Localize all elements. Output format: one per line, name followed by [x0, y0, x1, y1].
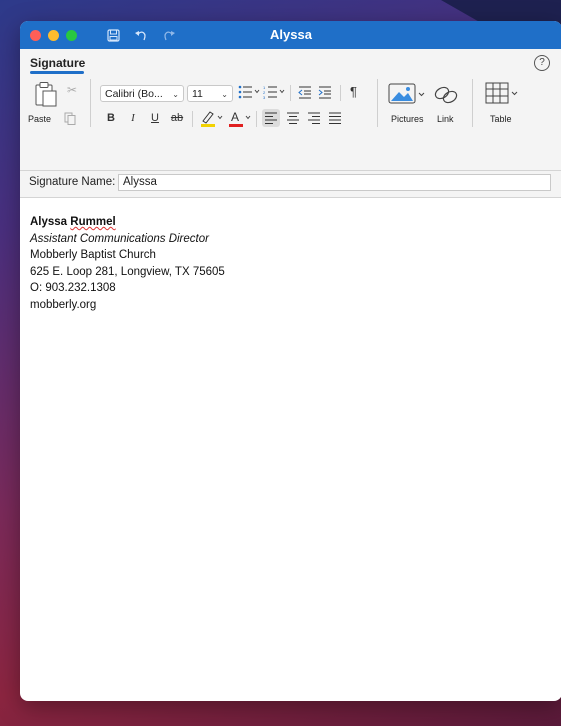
justify-button[interactable]: [326, 109, 344, 132]
svg-text:3: 3: [263, 95, 266, 99]
numbering-button[interactable]: 123: [263, 85, 285, 104]
save-icon[interactable]: [107, 28, 120, 42]
link-icon: [434, 86, 458, 104]
ribbon-tools: Paste ✂ Calibri (Bo... ⌄ 11 ⌄ 123 ¶ B I …: [20, 77, 561, 133]
svg-text:A: A: [231, 110, 239, 124]
title-bar: Alyssa: [20, 21, 561, 49]
align-left-icon: [265, 112, 277, 124]
font-size-value: 11: [192, 88, 203, 100]
table-label: Table: [490, 114, 512, 124]
paste-button[interactable]: [34, 81, 58, 112]
help-icon[interactable]: ?: [534, 55, 550, 71]
ribbon-separator: [377, 79, 378, 127]
align-left-button[interactable]: [262, 109, 280, 127]
signature-name-bar: Signature Name: Alyssa: [20, 171, 561, 198]
pictures-button[interactable]: [388, 81, 428, 112]
paste-label: Paste: [28, 114, 52, 124]
ribbon-separator: [90, 79, 91, 127]
clipboard-icon: [35, 82, 57, 107]
decrease-indent-button[interactable]: [298, 85, 312, 104]
ribbon-separator: [290, 85, 291, 101]
decrease-indent-icon: [298, 86, 311, 99]
align-right-icon: [308, 112, 320, 124]
zoom-button[interactable]: [66, 29, 77, 41]
titlebar-tools: [107, 28, 176, 42]
tab-selected-indicator: [30, 71, 84, 74]
table-button[interactable]: [485, 81, 521, 112]
table-icon: [485, 82, 518, 104]
signature-name-label: Signature Name:: [29, 176, 116, 188]
copy-icon[interactable]: [64, 112, 76, 130]
font-size-select[interactable]: 11 ⌄: [187, 85, 233, 102]
cut-icon[interactable]: ✂: [67, 83, 77, 97]
ribbon-separator: [256, 111, 257, 127]
ribbon-separator: [472, 79, 473, 127]
numbered-list-icon: 123: [263, 85, 285, 100]
link-label: Link: [437, 114, 454, 124]
show-formatting-button[interactable]: ¶: [350, 84, 357, 99]
font-name-select[interactable]: Calibri (Bo... ⌄: [100, 85, 184, 102]
close-button[interactable]: [30, 29, 41, 41]
picture-icon: [388, 83, 425, 104]
signature-organization: Mobberly Baptist Church: [30, 249, 156, 261]
signature-address: 625 E. Loop 281, Longview, TX 75605: [30, 265, 225, 278]
align-center-button[interactable]: [284, 109, 302, 132]
bullets-button[interactable]: [238, 85, 260, 102]
undo-icon[interactable]: [134, 29, 148, 42]
traffic-lights: [30, 29, 77, 41]
align-right-button[interactable]: [305, 109, 323, 132]
minimize-button[interactable]: [48, 29, 59, 41]
chevron-down-icon: ⌄: [221, 90, 228, 99]
signature-website: mobberly.org: [30, 298, 97, 311]
signature-job-title: Assistant Communications Director: [30, 232, 209, 245]
signature-phone: O: 903.232.1308: [30, 282, 116, 294]
pictures-label: Pictures: [391, 114, 424, 124]
signature-name-input[interactable]: Alyssa: [118, 174, 551, 191]
highlighter-icon: [201, 111, 223, 127]
font-name-value: Calibri (Bo...: [105, 88, 163, 100]
ribbon-separator: [340, 85, 341, 101]
tab-signature[interactable]: Signature: [30, 56, 85, 70]
font-color-icon: A: [229, 110, 251, 127]
strikethrough-button[interactable]: ab: [169, 109, 185, 127]
increase-indent-button[interactable]: [318, 85, 332, 104]
signature-editor[interactable]: Alyssa Rummel Assistant Communications D…: [20, 198, 561, 329]
bullet-list-icon: [238, 85, 260, 99]
ribbon-separator: [192, 111, 193, 127]
redo-icon[interactable]: [162, 29, 176, 42]
font-color-button[interactable]: A: [228, 109, 252, 132]
window-title: Alyssa: [270, 27, 312, 42]
justify-icon: [329, 112, 341, 124]
chevron-down-icon: ⌄: [172, 90, 179, 99]
signature-window: Alyssa Signature ? Paste ✂ Calibri (Bo..…: [20, 21, 561, 701]
signature-first-name: Alyssa: [30, 216, 68, 228]
underline-button[interactable]: U: [147, 109, 163, 127]
ribbon: Signature ? Paste ✂ Calibri (Bo... ⌄ 11 …: [20, 49, 561, 171]
ribbon-tab-row: Signature ?: [20, 49, 561, 77]
highlight-button[interactable]: [200, 109, 224, 132]
link-button[interactable]: [433, 84, 459, 111]
signature-last-name: Rummel: [70, 216, 116, 228]
increase-indent-icon: [318, 86, 331, 99]
signature-name-line: Alyssa Rummel: [30, 214, 552, 231]
align-center-icon: [287, 112, 299, 124]
italic-button[interactable]: I: [125, 109, 141, 127]
bold-button[interactable]: B: [103, 109, 119, 127]
